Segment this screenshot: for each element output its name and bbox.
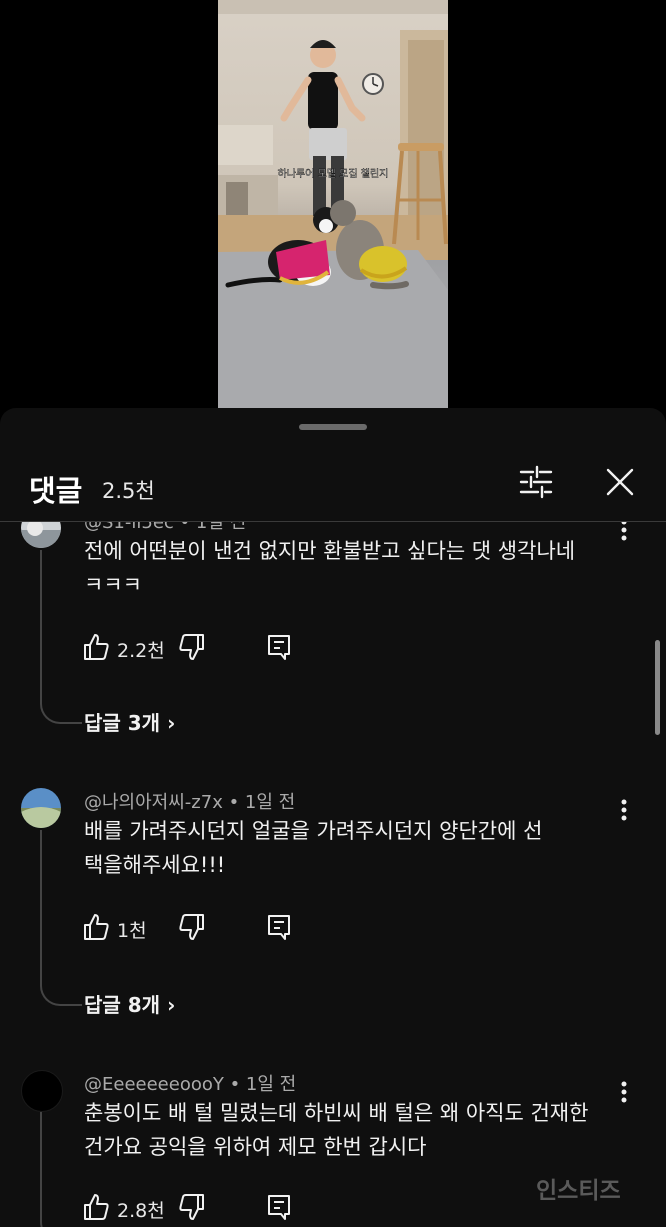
comments-title: 댓글 [29, 474, 83, 508]
like-button[interactable] [82, 912, 110, 942]
comment-author[interactable]: @S1-ll5ec [84, 522, 174, 533]
comment-text: 배를 가려주시던지 얼굴을 가려주시던지 양단간에 선 택을해주세요!!! [84, 814, 614, 882]
comments-header: 댓글 2.5천 [0, 456, 666, 516]
comment-meta: @EeeeeeeoooY • 1일 전 [84, 1074, 297, 1095]
scrollbar[interactable] [655, 640, 660, 735]
like-count: 2.8천 [117, 1200, 165, 1222]
video-caption: 하나투어 모델 모집 챌린지 [278, 167, 389, 180]
video-frame[interactable]: 하나투어 모델 모집 챌린지 [218, 0, 448, 410]
comment-time: 1일 전 [195, 522, 247, 533]
comment-text-line: 건가요 공익을 위하여 제모 한번 갑시다 [84, 1135, 427, 1159]
comments-sheet: 댓글 2.5천 @S1-ll5ec • 1일 전 전에 어떤분이 낸건 없지만 … [0, 408, 666, 1227]
view-replies-link[interactable]: 답글 3개 › [84, 707, 175, 736]
comment-item: @S1-ll5ec • 1일 전 전에 어떤분이 낸건 없지만 환불받고 싶다는… [0, 522, 666, 778]
comment-text-line: ㅋㅋㅋ [84, 573, 142, 597]
reply-button[interactable] [265, 1192, 293, 1222]
thumbs-down-icon [179, 914, 204, 940]
reply-comment-icon [268, 915, 290, 940]
comment-text-line: 전에 어떤분이 낸건 없지만 환불받고 싶다는 댓 생각나네 [84, 539, 576, 563]
like-count: 1천 [117, 920, 147, 942]
comment-author[interactable]: @EeeeeeeoooY [84, 1074, 224, 1095]
chevron-right-icon: › [167, 711, 176, 735]
thumbs-down-icon [179, 1194, 204, 1220]
dislike-button[interactable] [178, 912, 206, 942]
chevron-right-icon: › [167, 993, 176, 1017]
thumbs-up-icon [84, 634, 109, 660]
comment-author[interactable]: @나의아저씨-z7x [84, 792, 223, 813]
comment-actions: 2.8천 [82, 1192, 322, 1226]
comment-list: @S1-ll5ec • 1일 전 전에 어떤분이 낸건 없지만 환불받고 싶다는… [0, 522, 666, 1227]
close-button[interactable] [600, 462, 640, 502]
watermark: 인스티즈 [536, 1178, 621, 1204]
reply-comment-icon [268, 1195, 290, 1220]
comment-text-line: 춘봉이도 배 털 밀렸는데 하빈씨 배 털은 왜 아직도 건재한 [84, 1101, 589, 1125]
thumbs-down-icon [179, 634, 204, 660]
comment-item: @나의아저씨-z7x • 1일 전 배를 가려주시던지 얼굴을 가려주시던지 양… [0, 788, 666, 1058]
like-button[interactable] [82, 1192, 110, 1222]
replies-count-label: 답글 3개 [84, 711, 161, 735]
comments-count: 2.5천 [102, 479, 155, 503]
comment-text-line: 배를 가려주시던지 얼굴을 가려주시던지 양단간에 선 [84, 819, 543, 843]
comment-meta: @나의아저씨-z7x • 1일 전 [84, 792, 296, 813]
more-options-button[interactable] [612, 1078, 636, 1106]
avatar[interactable] [21, 1070, 63, 1112]
video-scene-illustration: 하나투어 모델 모집 챌린지 [218, 0, 448, 410]
video-player[interactable]: 하나투어 모델 모집 챌린지 [0, 0, 666, 410]
reply-button[interactable] [265, 632, 293, 662]
dislike-button[interactable] [178, 632, 206, 662]
comment-meta: @S1-ll5ec • 1일 전 [84, 522, 246, 534]
close-icon [606, 468, 634, 496]
comment-time: 1일 전 [244, 792, 296, 813]
more-options-button[interactable] [612, 796, 636, 824]
replies-count-label: 답글 8개 [84, 993, 161, 1017]
thumbs-up-icon [84, 1194, 109, 1220]
thumbs-up-icon [84, 914, 109, 940]
thread-line [40, 830, 82, 1006]
reply-comment-icon [268, 635, 290, 660]
avatar[interactable] [21, 788, 61, 828]
thread-line [40, 1112, 82, 1227]
comment-time: 1일 전 [245, 1074, 297, 1095]
sort-filter-button[interactable] [516, 462, 556, 502]
sort-filter-icon [519, 465, 553, 499]
dislike-button[interactable] [178, 1192, 206, 1222]
comment-actions: 2.2천 [82, 632, 322, 666]
avatar[interactable] [21, 522, 61, 548]
reply-button[interactable] [265, 912, 293, 942]
comment-text-line: 택을해주세요!!! [84, 853, 226, 877]
comment-text: 전에 어떤분이 낸건 없지만 환불받고 싶다는 댓 생각나네 ㅋㅋㅋ [84, 534, 614, 602]
avatar-image [21, 522, 61, 548]
more-vertical-icon [621, 522, 627, 541]
view-replies-link[interactable]: 답글 8개 › [84, 989, 175, 1018]
like-count: 2.2천 [117, 640, 165, 662]
avatar-image [21, 788, 61, 828]
more-vertical-icon [621, 799, 627, 821]
thread-line [40, 550, 82, 724]
like-button[interactable] [82, 632, 110, 662]
comment-actions: 1천 [82, 912, 322, 946]
drag-handle[interactable] [299, 424, 367, 430]
comment-text: 춘봉이도 배 털 밀렸는데 하빈씨 배 털은 왜 아직도 건재한 건가요 공익을… [84, 1096, 614, 1164]
more-vertical-icon [621, 1081, 627, 1103]
more-options-button[interactable] [612, 522, 636, 544]
